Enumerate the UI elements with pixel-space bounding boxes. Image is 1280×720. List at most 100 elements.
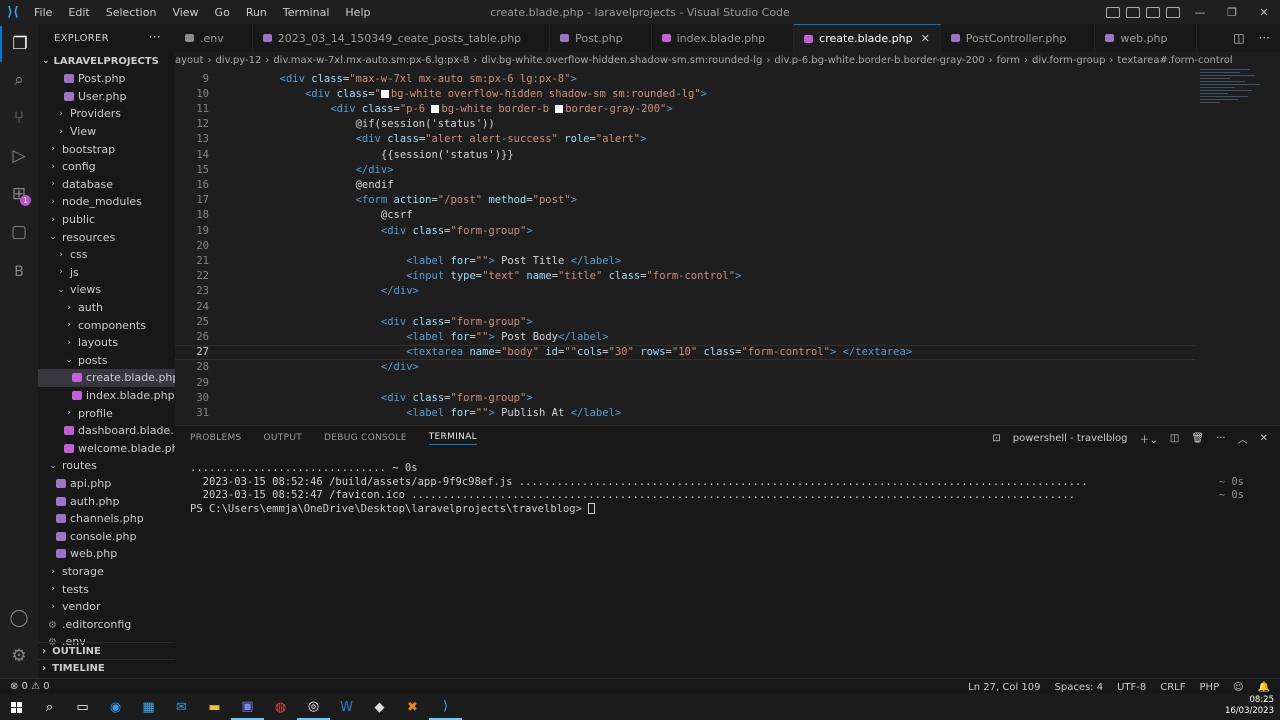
code-line[interactable]: 20 — [175, 238, 1195, 253]
tree-item[interactable]: ⚙ .editorconfig — [38, 616, 175, 634]
split-terminal-icon[interactable]: ◫ — [1170, 433, 1179, 444]
breadcrumb-item[interactable]: div.p-6.bg-white.border-b.border-gray-20… — [774, 55, 984, 66]
tree-item[interactable]: › css — [38, 246, 175, 264]
git-icon[interactable]: ◆ — [363, 694, 396, 720]
windows-start-icon[interactable] — [0, 694, 33, 720]
split-editor-icon[interactable]: ◫ — [1233, 31, 1244, 45]
search-icon[interactable]: ⌕ — [0, 62, 38, 98]
breadcrumb-item[interactable]: div.bg-white.overflow-hidden.shadow-sm.s… — [481, 55, 762, 66]
tab-debug-console[interactable]: DEBUG CONSOLE — [324, 433, 407, 443]
tree-item[interactable]: › config — [38, 158, 175, 176]
file-explorer-icon[interactable]: ▬ — [198, 694, 231, 720]
toggle-sidebar-icon[interactable] — [1106, 6, 1120, 18]
menu-go[interactable]: Go — [207, 6, 238, 19]
language-mode[interactable]: PHP — [1200, 682, 1220, 693]
tree-item[interactable]: › vendor — [38, 598, 175, 616]
code-line[interactable]: 21 <label for=""> Post Title </label> — [175, 253, 1195, 268]
code-line[interactable]: 12 @if(session('status')) — [175, 117, 1195, 132]
tree-item[interactable]: console.php — [38, 528, 175, 546]
editor-tab[interactable]: create.blade.php ✕ — [794, 24, 941, 52]
breadcrumb-item[interactable]: div.form-group — [1032, 55, 1105, 66]
tree-item[interactable]: dashboard.blade.... — [38, 422, 175, 440]
taskbar-search-icon[interactable]: ⌕ — [33, 694, 66, 720]
tree-item[interactable]: › components — [38, 316, 175, 334]
menu-file[interactable]: File — [26, 6, 60, 19]
tree-item[interactable]: › js — [38, 264, 175, 282]
indentation[interactable]: Spaces: 4 — [1055, 682, 1104, 693]
tab-terminal[interactable]: TERMINAL — [428, 432, 477, 445]
code-line[interactable]: 25 <div class="form-group"> — [175, 314, 1195, 329]
timeline-section[interactable]: › TIMELINE — [38, 659, 175, 676]
tree-item[interactable]: › auth — [38, 299, 175, 317]
feedback-icon[interactable]: ☺ — [1233, 682, 1243, 693]
toggle-secondary-sidebar-icon[interactable] — [1146, 6, 1160, 18]
end-of-line[interactable]: CRLF — [1160, 682, 1185, 693]
cursor-position[interactable]: Ln 27, Col 109 — [968, 682, 1040, 693]
editor-tab[interactable]: .env — [175, 24, 253, 52]
tree-item[interactable]: ⌄ posts — [38, 352, 175, 370]
editor-tab[interactable]: web.php — [1095, 24, 1197, 52]
editor-tab[interactable]: Post.php — [550, 24, 652, 52]
tree-item[interactable]: › layouts — [38, 334, 175, 352]
store-icon[interactable]: ▦ — [132, 694, 165, 720]
xampp-icon[interactable]: ✖ — [396, 694, 429, 720]
code-line[interactable]: 9 <div class="max-w-7xl mx-auto sm:px-6 l… — [175, 71, 1195, 86]
tree-item[interactable]: channels.php — [38, 510, 175, 528]
tree-item[interactable]: index.blade.php — [38, 387, 175, 405]
tree-item[interactable]: › tests — [38, 580, 175, 598]
code-line[interactable]: 24 — [175, 299, 1195, 314]
tree-item[interactable]: › database — [38, 176, 175, 194]
tree-item[interactable]: › profile — [38, 404, 175, 422]
tree-item[interactable]: create.blade.php — [38, 369, 175, 387]
problems-count[interactable]: ⊗ 0 ⚠ 0 — [10, 681, 50, 692]
tree-item[interactable]: › node_modules — [38, 193, 175, 211]
explorer-icon[interactable]: ❐ — [0, 26, 38, 62]
close-window-icon[interactable]: ✕ — [1248, 0, 1280, 24]
source-control-icon[interactable]: ⑂ — [0, 100, 38, 136]
menu-help[interactable]: Help — [337, 6, 378, 19]
tree-item[interactable]: ⌄ routes — [38, 457, 175, 475]
menu-terminal[interactable]: Terminal — [275, 6, 338, 19]
code-line[interactable]: 23 </div> — [175, 284, 1195, 299]
breadcrumb-item[interactable]: div.py-12 — [215, 55, 261, 66]
remote-explorer-icon[interactable]: ▢ — [0, 214, 38, 250]
tree-item[interactable]: › View — [38, 123, 175, 141]
settings-gear-icon[interactable]: ⚙ — [0, 638, 38, 674]
mail-icon[interactable]: ✉ — [165, 694, 198, 720]
tab-problems[interactable]: PROBLEMS — [190, 433, 242, 443]
menu-selection[interactable]: Selection — [98, 6, 165, 19]
tree-item[interactable]: web.php — [38, 545, 175, 563]
maximize-icon[interactable]: ❐ — [1216, 0, 1248, 24]
code-line[interactable]: 29 — [175, 375, 1195, 390]
tree-item[interactable]: › public — [38, 211, 175, 229]
code-line[interactable]: 28 </div> — [175, 360, 1195, 375]
tab-output[interactable]: OUTPUT — [264, 433, 302, 443]
code-line[interactable]: 19 <div class="form-group"> — [175, 223, 1195, 238]
edge-icon[interactable]: ◉ — [99, 694, 132, 720]
project-root[interactable]: ⌄ LARAVELPROJECTS — [38, 52, 175, 70]
minimize-icon[interactable]: — — [1184, 0, 1216, 24]
obs-icon[interactable]: ◎ — [297, 694, 330, 720]
notifications-icon[interactable]: 🔔 — [1258, 682, 1270, 693]
editor-tab[interactable]: PostController.php — [941, 24, 1096, 52]
teams-icon[interactable]: ▣ — [231, 694, 264, 720]
code-line[interactable]: 16 @endif — [175, 177, 1195, 192]
code-editor[interactable]: 9 <div class="max-w-7xl mx-auto sm:px-6 l… — [175, 69, 1280, 423]
system-clock[interactable]: 08:25 16/03/2023 — [1225, 695, 1274, 717]
code-line[interactable]: 10 <div class=" bg-white overflow-hidden s… — [175, 86, 1195, 101]
breadcrumb-item[interactable]: form — [997, 55, 1020, 66]
editor-tab[interactable]: 2023_03_14_150349_ceate_posts_table.php — [253, 24, 551, 52]
extensions-icon[interactable]: ⊞ 1 — [0, 176, 38, 212]
close-panel-icon[interactable]: ✕ — [1260, 433, 1268, 444]
tree-item[interactable]: Post.php — [38, 70, 175, 88]
vscode-taskbar-icon[interactable]: ⟩ — [429, 694, 462, 720]
outline-section[interactable]: › OUTLINE — [38, 642, 175, 659]
code-line[interactable]: 18 @csrf — [175, 208, 1195, 223]
breadcrumb-item[interactable]: textarea#.form-control — [1117, 55, 1232, 66]
menu-run[interactable]: Run — [238, 6, 275, 19]
code-line[interactable]: 13 <div class="alert alert-success" role=… — [175, 132, 1195, 147]
code-line[interactable]: 22 <input type="text" name="title" class=… — [175, 269, 1195, 284]
code-line[interactable]: 31 <label for=""> Publish At </label> — [175, 405, 1195, 420]
terminal-output[interactable]: ............................... ~ 0s 202… — [190, 462, 1260, 516]
accounts-icon[interactable]: ◯ — [0, 600, 38, 636]
